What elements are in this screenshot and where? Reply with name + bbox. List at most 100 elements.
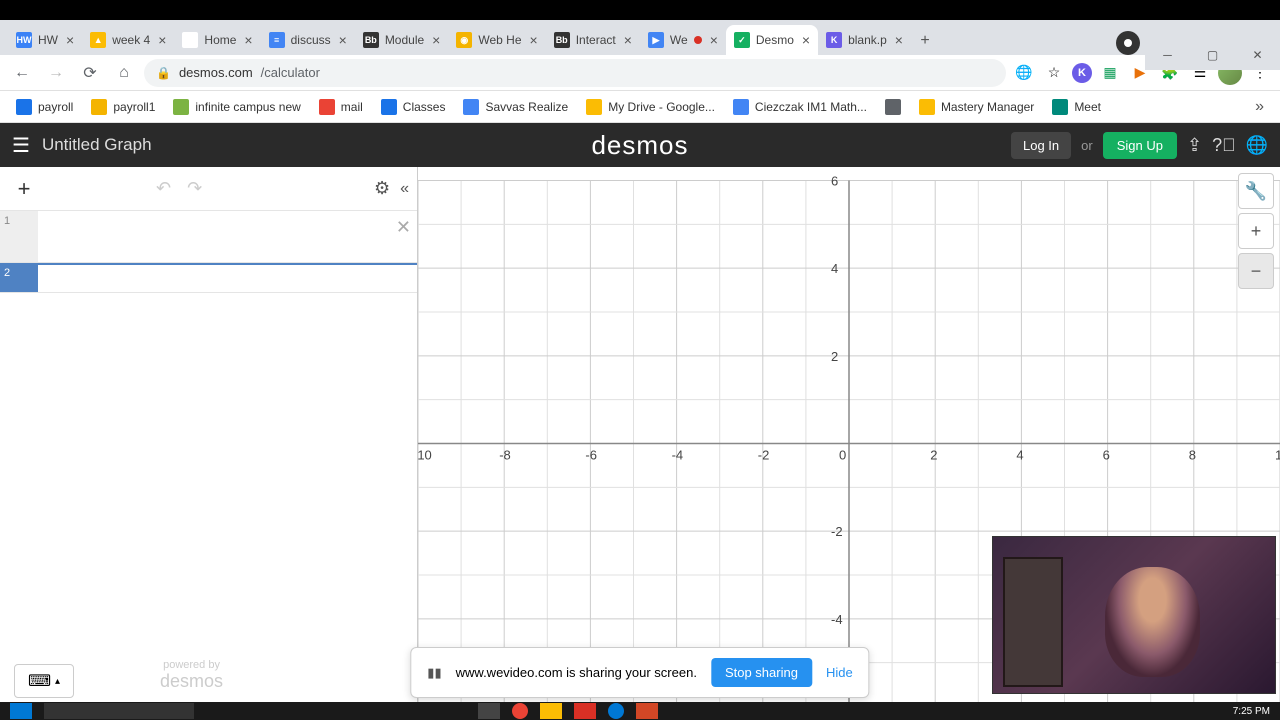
search-taskbar[interactable]: [44, 703, 194, 719]
signup-button[interactable]: Sign Up: [1103, 132, 1177, 159]
expression-index: 1: [0, 211, 38, 262]
taskbar-chrome[interactable]: [512, 703, 528, 719]
wrench-icon[interactable]: 🔧: [1238, 173, 1274, 209]
bookmark-item[interactable]: My Drive - Google...: [578, 95, 723, 119]
keypad-toggle[interactable]: ⌨ ▴: [14, 664, 74, 698]
minimize-button[interactable]: ─: [1145, 40, 1190, 70]
tab-label: Desmo: [756, 33, 794, 47]
close-tab-icon[interactable]: ×: [244, 32, 252, 48]
bookmark-favicon: [733, 99, 749, 115]
tab-favicon: Bb: [554, 32, 570, 48]
bookmark-bar: payrollpayroll1infinite campus newmailCl…: [0, 91, 1280, 123]
close-tab-icon[interactable]: ×: [339, 32, 347, 48]
help-icon[interactable]: ?⃝: [1212, 135, 1236, 156]
powered-by: powered by desmos: [160, 659, 223, 692]
x-tick-label: -8: [499, 448, 511, 463]
login-button[interactable]: Log In: [1011, 132, 1071, 159]
bookmark-item[interactable]: payroll1: [83, 95, 163, 119]
browser-tab[interactable]: Bb Interact ×: [546, 25, 640, 55]
graph-title[interactable]: Untitled Graph: [42, 135, 152, 155]
zoom-out-button[interactable]: −: [1238, 253, 1274, 289]
redo-button[interactable]: ↷: [187, 178, 202, 199]
hide-sharing-link[interactable]: Hide: [826, 665, 853, 680]
browser-tab[interactable]: ✝Home×: [174, 25, 260, 55]
close-tab-icon[interactable]: ×: [895, 32, 903, 48]
bookmark-item[interactable]: Meet: [1044, 95, 1109, 119]
close-tab-icon[interactable]: ×: [66, 32, 74, 48]
start-button[interactable]: [10, 703, 32, 719]
sheets-ext-icon[interactable]: ▦: [1098, 61, 1122, 85]
bookmark-item[interactable]: Savvas Realize: [455, 95, 576, 119]
taskbar-edge[interactable]: [608, 703, 624, 719]
taskbar-clock[interactable]: 7:25 PM: [1233, 706, 1270, 717]
collapse-panel-icon[interactable]: «: [400, 180, 409, 198]
chrome-cast-icon[interactable]: [1116, 31, 1140, 55]
bookmark-item[interactable]: payroll: [8, 95, 81, 119]
webcam-overlay[interactable]: [992, 536, 1276, 694]
taskbar-app2[interactable]: [574, 703, 596, 719]
bookmark-item[interactable]: [877, 95, 909, 119]
close-window-button[interactable]: ✕: [1235, 40, 1280, 70]
expression-row-1[interactable]: 1 ✕: [0, 211, 417, 263]
close-tab-icon[interactable]: ×: [710, 32, 718, 48]
bookmark-label: Mastery Manager: [941, 100, 1034, 114]
maximize-button[interactable]: ▢: [1190, 40, 1235, 70]
stop-sharing-button[interactable]: Stop sharing: [711, 658, 812, 687]
browser-tab[interactable]: ▲week 4×: [82, 25, 174, 55]
translate-icon[interactable]: 🌐: [1012, 61, 1036, 85]
browser-tab[interactable]: ≡discuss×: [261, 25, 355, 55]
expression-input[interactable]: [38, 211, 417, 262]
bookmark-favicon: [319, 99, 335, 115]
browser-tab[interactable]: BbModule×: [355, 25, 449, 55]
browser-tab[interactable]: ✓Desmo×: [726, 25, 818, 55]
bookmark-item[interactable]: Mastery Manager: [911, 95, 1042, 119]
tab-favicon: ✝: [182, 32, 198, 48]
pause-sharing-icon[interactable]: ▮▮: [427, 665, 441, 681]
close-tab-icon[interactable]: ×: [624, 32, 632, 48]
taskbar-ppt[interactable]: [636, 703, 658, 719]
expression-input[interactable]: [38, 263, 417, 292]
browser-tab[interactable]: ◉Web He×: [448, 25, 545, 55]
home-button[interactable]: ⌂: [110, 59, 138, 87]
zoom-in-button[interactable]: +: [1238, 213, 1274, 249]
undo-button[interactable]: ↶: [156, 178, 171, 199]
close-tab-icon[interactable]: ×: [432, 32, 440, 48]
url-input[interactable]: 🔒 desmos.com/calculator: [144, 59, 1006, 87]
close-tab-icon[interactable]: ×: [530, 32, 538, 48]
new-tab-button[interactable]: +: [911, 27, 939, 55]
share-icon[interactable]: ⇪: [1187, 135, 1202, 156]
x-tick-label: 10: [1275, 448, 1280, 463]
bookmark-item[interactable]: Ciezczak IM1 Math...: [725, 95, 875, 119]
bookmark-favicon: [381, 99, 397, 115]
desmos-header: ☰ Untitled Graph desmos Log In or Sign U…: [0, 123, 1280, 167]
expression-row-2[interactable]: 2: [0, 263, 417, 293]
taskbar-app[interactable]: [478, 703, 500, 719]
close-tab-icon[interactable]: ×: [802, 32, 810, 48]
language-icon[interactable]: 🌐: [1246, 135, 1268, 156]
hamburger-icon[interactable]: ☰: [12, 133, 30, 158]
add-expression-button[interactable]: +: [8, 173, 40, 205]
back-button[interactable]: ←: [8, 59, 36, 87]
star-icon[interactable]: ☆: [1042, 61, 1066, 85]
taskbar-files[interactable]: [540, 703, 562, 719]
browser-tab[interactable]: ▶We×: [640, 25, 726, 55]
powered-by-logo: desmos: [160, 671, 223, 692]
bookmark-item[interactable]: Classes: [373, 95, 454, 119]
y-tick-label: -2: [831, 524, 843, 539]
x-tick-label: -2: [758, 448, 770, 463]
reload-button[interactable]: ⟳: [76, 59, 104, 87]
browser-tab[interactable]: HWHW×: [8, 25, 82, 55]
close-tab-icon[interactable]: ×: [158, 32, 166, 48]
settings-icon[interactable]: ⚙: [374, 178, 390, 199]
tab-label: blank.p: [848, 33, 887, 47]
browser-tab[interactable]: Kblank.p×: [818, 25, 911, 55]
kahoot-ext-icon[interactable]: K: [1072, 63, 1092, 83]
screen-sharing-bar: ▮▮ www.wevideo.com is sharing your scree…: [410, 647, 869, 698]
bookmark-overflow-icon[interactable]: »: [1247, 98, 1272, 116]
bookmark-item[interactable]: mail: [311, 95, 371, 119]
tab-label: Interact: [576, 33, 616, 47]
bookmark-label: Savvas Realize: [485, 100, 568, 114]
delete-expression-icon[interactable]: ✕: [396, 217, 411, 238]
windows-taskbar[interactable]: 7:25 PM: [0, 702, 1280, 720]
bookmark-item[interactable]: infinite campus new: [165, 95, 308, 119]
